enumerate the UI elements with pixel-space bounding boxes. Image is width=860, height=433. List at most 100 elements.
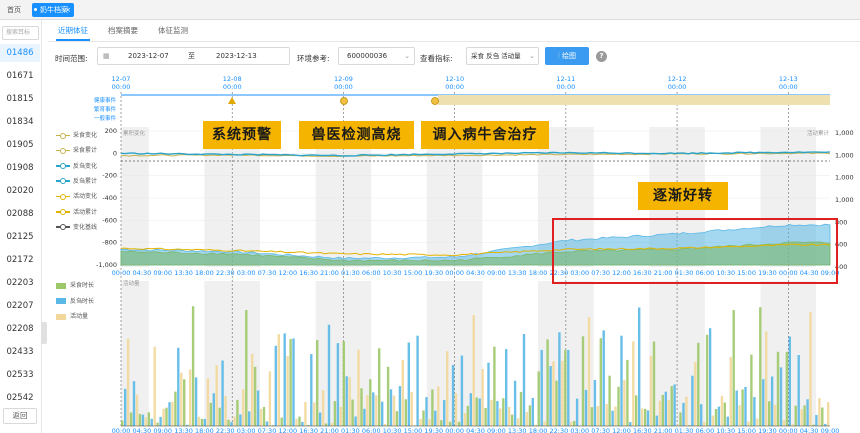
event-marker-icon <box>340 97 348 105</box>
bar <box>174 391 177 426</box>
bar <box>454 393 458 426</box>
bar <box>478 398 481 426</box>
bar <box>773 404 777 426</box>
event-marker-icon <box>431 97 439 105</box>
bar <box>398 386 402 426</box>
bar <box>277 334 280 426</box>
bar <box>502 398 505 426</box>
bar <box>395 411 399 426</box>
bar <box>779 367 783 426</box>
bar <box>401 359 404 426</box>
bar <box>484 407 487 426</box>
bar <box>575 398 579 426</box>
bar <box>265 421 269 426</box>
timeline-time: 00:00 <box>779 83 798 91</box>
bar <box>437 386 440 426</box>
bar <box>732 310 735 426</box>
bar <box>404 399 407 426</box>
timeline-date: 12-12 <box>668 75 687 83</box>
timeline-time: 00:00 <box>445 83 464 91</box>
callout-transfer: 调入病牛舍治疗 <box>421 121 549 149</box>
y2-tick-label: 1,000 <box>835 151 854 159</box>
y-tick-label: -600 <box>102 216 117 224</box>
bar <box>206 378 210 426</box>
bar <box>239 414 242 426</box>
x-tick-label: 13:30 <box>508 427 527 433</box>
x-tick-label: 06:00 <box>696 427 715 433</box>
bar <box>546 339 549 426</box>
bar <box>806 399 809 426</box>
night-band <box>788 281 817 426</box>
bar <box>121 420 124 426</box>
bar <box>528 405 532 426</box>
bar <box>327 324 331 426</box>
bar <box>723 402 726 426</box>
bar <box>635 395 638 426</box>
x-tick-label: 12:00 <box>278 427 297 433</box>
improvement-highlight <box>552 218 838 284</box>
bar <box>629 422 632 426</box>
bar <box>738 405 741 426</box>
x-tick-label: 21:00 <box>320 427 339 433</box>
x-tick-label: 22:30 <box>550 427 569 433</box>
bar <box>446 351 449 426</box>
bar <box>360 388 363 426</box>
bar <box>708 328 712 426</box>
x-tick-label: 09:00 <box>487 427 506 433</box>
bar <box>776 351 780 426</box>
bar <box>649 355 653 426</box>
x-tick-label: 09:00 <box>153 269 172 277</box>
bar <box>262 406 266 426</box>
bar <box>283 333 286 426</box>
x-tick-label: 18:00 <box>529 427 548 433</box>
bar <box>584 389 588 426</box>
x-tick-label: 12:00 <box>278 269 297 277</box>
bar <box>623 379 626 426</box>
x-tick-label: 04:30 <box>800 427 819 433</box>
x-tick-label: 19:30 <box>424 269 443 277</box>
x-tick-label: 15:00 <box>404 427 423 433</box>
bar <box>466 405 469 426</box>
bar <box>141 414 145 426</box>
bar <box>794 405 797 426</box>
x-tick-label: 15:00 <box>404 269 423 277</box>
y-tick-label: -1,000 <box>96 261 117 269</box>
bar <box>581 336 585 426</box>
bar <box>735 390 738 426</box>
bar <box>313 402 316 426</box>
bar <box>525 411 529 426</box>
bar <box>697 342 700 426</box>
bar <box>194 377 198 426</box>
bar <box>608 375 611 426</box>
bar <box>389 389 393 426</box>
bar <box>590 407 594 426</box>
bar <box>366 395 369 426</box>
bar-axis-title: 活动量 <box>123 279 140 287</box>
bar <box>448 421 452 426</box>
bar <box>573 420 576 426</box>
bar <box>336 343 340 426</box>
x-tick-label: 07:30 <box>258 269 277 277</box>
bar <box>614 406 617 426</box>
bar <box>652 341 656 426</box>
bar <box>150 418 153 426</box>
bar <box>726 416 729 426</box>
timeline-time: 00:00 <box>556 83 575 91</box>
x-tick-label: 00:00 <box>445 269 464 277</box>
y2-tick-label: 1,000 <box>835 196 854 204</box>
x-tick-label: 19:30 <box>424 427 443 433</box>
bar <box>428 419 431 426</box>
bar <box>357 349 360 426</box>
bar <box>602 330 605 426</box>
bar <box>245 310 248 426</box>
bar <box>422 410 425 426</box>
x-tick-label: 16:30 <box>633 427 652 433</box>
bar <box>705 334 709 426</box>
bar <box>596 406 599 426</box>
bar <box>162 408 165 426</box>
bar <box>788 336 791 426</box>
timeline-time: 00:00 <box>334 83 353 91</box>
bar <box>286 356 289 426</box>
bar <box>469 393 472 426</box>
bar <box>685 396 688 426</box>
